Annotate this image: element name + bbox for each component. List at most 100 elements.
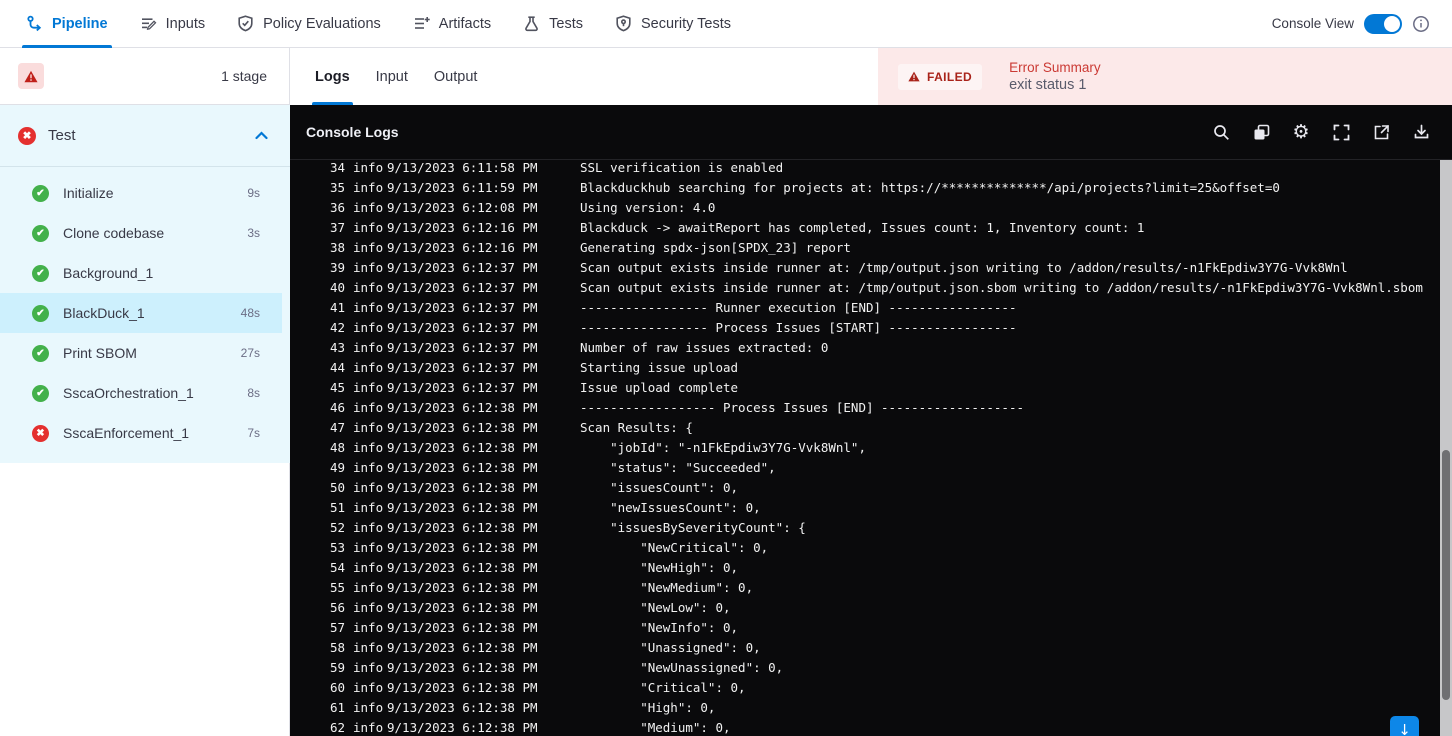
log-message: "newIssuesCount": 0,: [580, 500, 761, 515]
nav-tab-pipeline[interactable]: Pipeline: [22, 0, 112, 48]
log-level: info: [353, 300, 384, 315]
pipeline-execution-page: Pipeline Inputs Policy Evaluations Artif…: [0, 0, 1452, 736]
nav-tab-security-tests[interactable]: Security Tests: [615, 0, 731, 48]
log-level: info: [353, 260, 384, 275]
chevron-up-icon[interactable]: [255, 131, 268, 140]
log-level: info: [353, 460, 384, 475]
nav-tab-inputs[interactable]: Inputs: [140, 0, 206, 48]
log-message: ----------------- Runner execution [END]…: [580, 300, 1017, 315]
log-line: 42 info 9/13/2023 6:12:37 PM -----------…: [290, 318, 1440, 338]
step-name: Background_1: [63, 265, 154, 281]
nav-tab-label: Artifacts: [438, 15, 492, 32]
log-line-number: 39: [330, 260, 346, 275]
error-summary-title: Error Summary: [1009, 60, 1101, 75]
step-row[interactable]: ✔ Background_1: [0, 253, 282, 293]
copy-icon[interactable]: [1252, 123, 1270, 141]
log-message: "NewInfo": 0,: [580, 620, 739, 635]
log-line: 57 info 9/13/2023 6:12:38 PM "NewInfo": …: [290, 618, 1440, 638]
log-line: 37 info 9/13/2023 6:12:16 PM Blackduck -…: [290, 218, 1440, 238]
log-level: info: [353, 200, 384, 215]
console-actions: ⚙: [1212, 123, 1430, 142]
log-level: info: [353, 580, 384, 595]
open-in-new-tab-icon[interactable]: [1372, 123, 1390, 141]
log-level: info: [353, 560, 384, 575]
log-line-number: 51: [330, 500, 346, 515]
log-level: info: [353, 360, 384, 375]
stage-panel: ✖ Test ✔ Initialize 9s ✔ Clone codebase …: [0, 105, 290, 463]
info-icon[interactable]: [1412, 15, 1430, 33]
nav-tab-label: Pipeline: [52, 15, 108, 32]
nav-tab-tests[interactable]: Tests: [523, 0, 583, 48]
log-message: Issue upload complete: [580, 380, 739, 395]
log-line-number: 59: [330, 660, 346, 675]
log-timestamp: 9/13/2023 6:12:38 PM: [387, 580, 538, 595]
log-line-number: 50: [330, 480, 346, 495]
log-level: info: [353, 400, 384, 415]
tab-output[interactable]: Output: [421, 48, 491, 105]
step-row[interactable]: ✔ SscaOrchestration_1 8s: [0, 373, 282, 413]
nav-tab-label: Inputs: [165, 15, 206, 32]
log-level: info: [353, 220, 384, 235]
console-logs-panel: Console Logs ⚙ 34 info 9/13/2023 6:11:58…: [290, 105, 1452, 736]
log-line-number: 47: [330, 420, 346, 435]
log-line-number: 40: [330, 280, 346, 295]
toggle-knob: [1384, 15, 1400, 32]
log-timestamp: 9/13/2023 6:12:38 PM: [387, 560, 538, 575]
log-timestamp: 9/13/2023 6:12:38 PM: [387, 660, 538, 675]
stage-count: 1 stage: [221, 68, 267, 84]
scrollbar-thumb[interactable]: [1442, 450, 1450, 700]
log-line: 61 info 9/13/2023 6:12:38 PM "High": 0,: [290, 698, 1440, 718]
log-line: 50 info 9/13/2023 6:12:38 PM "issuesCoun…: [290, 478, 1440, 498]
failed-label: FAILED: [927, 69, 973, 84]
log-level: info: [353, 720, 384, 735]
log-message: ----------------- Process Issues [START]…: [580, 320, 1017, 335]
success-check-icon: ✔: [32, 304, 49, 322]
console-scrollbar[interactable]: [1440, 160, 1452, 736]
log-message: Number of raw issues extracted: 0: [580, 340, 829, 355]
nav-tab-artifacts[interactable]: Artifacts: [413, 0, 491, 48]
log-message: "Critical": 0,: [580, 680, 746, 695]
step-row[interactable]: ✔ Initialize 9s: [0, 173, 282, 213]
log-line: 53 info 9/13/2023 6:12:38 PM "NewCritica…: [290, 538, 1440, 558]
tab-logs[interactable]: Logs: [302, 48, 363, 105]
pipeline-warning-icon: [18, 63, 44, 89]
nav-tab-policy-evaluations[interactable]: Policy Evaluations: [237, 0, 381, 48]
log-message: Starting issue upload: [580, 360, 739, 375]
step-row[interactable]: ✔ Print SBOM 27s: [0, 333, 282, 373]
log-line: 58 info 9/13/2023 6:12:38 PM "Unassigned…: [290, 638, 1440, 658]
tab-input[interactable]: Input: [363, 48, 421, 105]
download-icon[interactable]: [1412, 123, 1430, 141]
log-line: 59 info 9/13/2023 6:12:38 PM "NewUnassig…: [290, 658, 1440, 678]
console-view-label: Console View: [1271, 16, 1354, 31]
log-line: 46 info 9/13/2023 6:12:38 PM -----------…: [290, 398, 1440, 418]
step-duration: 9s: [247, 186, 260, 200]
log-line-number: 43: [330, 340, 346, 355]
fullscreen-icon[interactable]: [1332, 123, 1350, 141]
log-message: "NewMedium": 0,: [580, 580, 754, 595]
step-row[interactable]: ✔ Clone codebase 3s: [0, 213, 282, 253]
step-name: Print SBOM: [63, 345, 137, 361]
settings-gear-icon[interactable]: ⚙: [1292, 123, 1310, 142]
step-row[interactable]: ✖ SscaEnforcement_1 7s: [0, 413, 282, 453]
step-duration: 27s: [240, 346, 260, 360]
log-line: 40 info 9/13/2023 6:12:37 PM Scan output…: [290, 278, 1440, 298]
log-line-number: 37: [330, 220, 346, 235]
log-message: Scan Results: {: [580, 420, 693, 435]
step-row[interactable]: ✔ BlackDuck_1 48s: [0, 293, 282, 333]
step-name: SscaEnforcement_1: [63, 425, 190, 441]
top-nav: Pipeline Inputs Policy Evaluations Artif…: [0, 0, 1452, 48]
stage-name: Test: [48, 127, 76, 144]
log-message: "issuesBySeverityCount": {: [580, 520, 806, 535]
log-line-number: 55: [330, 580, 346, 595]
scroll-to-bottom-button[interactable]: ↓: [1390, 716, 1419, 736]
log-line-number: 36: [330, 200, 346, 215]
stage-header-test[interactable]: ✖ Test: [0, 105, 290, 167]
log-timestamp: 9/13/2023 6:12:38 PM: [387, 500, 538, 515]
console-log-view[interactable]: 34 info 9/13/2023 6:11:58 PM SSL verific…: [290, 160, 1440, 736]
stage-failed-icon: ✖: [18, 126, 36, 145]
search-icon[interactable]: [1212, 123, 1230, 141]
console-view-toggle[interactable]: [1364, 13, 1402, 34]
log-line-number: 38: [330, 240, 346, 255]
sidebar-summary-bar: 1 stage: [0, 48, 290, 105]
log-line-number: 34: [330, 160, 346, 175]
